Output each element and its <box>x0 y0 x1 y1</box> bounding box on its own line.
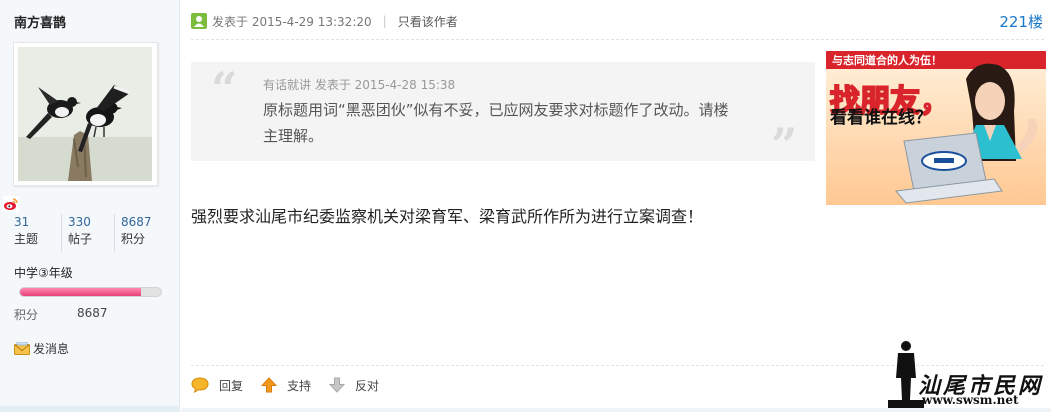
sidebar-divider <box>0 406 180 412</box>
watermark-url: www.swsm.net <box>922 393 1019 407</box>
stat-points[interactable]: 8687 积分 <box>114 214 167 252</box>
bottom-strip <box>181 408 1051 412</box>
stat-value[interactable]: 330 <box>68 214 114 231</box>
view-author-only-link[interactable]: 只看该作者 <box>398 13 458 30</box>
reply-icon <box>191 377 209 393</box>
user-stats: 31 主题 330 帖子 8687 积分 <box>8 214 168 252</box>
level-progress-bar <box>19 287 162 297</box>
avatar-frame[interactable] <box>13 42 158 186</box>
reply-button[interactable]: 回复 <box>191 377 243 394</box>
arrow-down-icon <box>329 377 346 393</box>
level-progress-fill <box>20 288 142 296</box>
quote-block: “ 有话就讲 发表于 2015-4-28 15:38 原标题用词“黑恶团伙”似有… <box>191 62 815 168</box>
arrow-up-icon <box>261 377 278 393</box>
close-quote-icon: ” <box>771 118 798 172</box>
quote-time: 发表于 2015-4-28 15:38 <box>314 78 456 92</box>
oppose-button[interactable]: 反对 <box>329 377 379 394</box>
user-level[interactable]: 中学③年级 <box>14 264 73 281</box>
stat-label: 帖子 <box>68 232 93 246</box>
post-content: 强烈要求汕尾市纪委监察机关对梁育军、梁育武所作所为进行立案调查！ <box>191 207 704 226</box>
user-sidebar: 南方喜鹊 31 主题 330 帖子 8687 积分 中学③年级 积分 8687 … <box>0 0 180 412</box>
stat-topics[interactable]: 31 主题 <box>8 214 61 252</box>
weibo-icon[interactable] <box>3 196 19 212</box>
stat-value[interactable]: 8687 <box>121 214 167 231</box>
ad-banner[interactable]: 与志同道合的人为伍！ 找朋友， 看看谁在线？ <box>826 51 1046 205</box>
post-time: 发表于 2015-4-29 13:32:20 <box>212 14 372 29</box>
stat-value[interactable]: 31 <box>14 214 61 231</box>
stat-label: 主题 <box>14 232 39 246</box>
header-separator: | <box>382 14 387 28</box>
oppose-label: 反对 <box>355 378 380 393</box>
points-row: 积分 8687 <box>14 306 108 323</box>
send-message-label: 发消息 <box>33 342 70 356</box>
site-watermark: 汕尾市民网 www.swsm.net <box>880 338 1051 408</box>
quote-meta: 有话就讲 发表于 2015-4-28 15:38 <box>263 76 455 93</box>
stat-posts[interactable]: 330 帖子 <box>61 214 114 252</box>
stat-label: 积分 <box>121 232 146 246</box>
ad-line1: 与志同道合的人为伍！ <box>832 53 942 67</box>
message-icon <box>14 341 30 355</box>
header-divider <box>191 39 1044 40</box>
support-label: 支持 <box>287 378 312 393</box>
post-actions: 回复 支持 反对 <box>191 375 397 395</box>
points-value: 8687 <box>77 306 108 320</box>
online-user-icon <box>191 13 207 29</box>
username[interactable]: 南方喜鹊 <box>14 12 66 31</box>
reply-label: 回复 <box>219 378 244 393</box>
quote-author[interactable]: 有话就讲 <box>263 78 311 92</box>
quote-text: 原标题用词“黑恶团伙”似有不妥，已应网友要求对标题作了改动。请楼主理解。 <box>263 101 729 145</box>
open-quote-icon: “ <box>211 62 238 116</box>
post-header: 发表于 2015-4-29 13:32:20 | 只看该作者 221楼 <box>191 11 1049 31</box>
support-button[interactable]: 支持 <box>261 377 311 394</box>
ad-line3: 看看谁在线？ <box>829 107 932 128</box>
floor-number-link[interactable]: 221楼 <box>999 11 1043 32</box>
points-label: 积分 <box>14 308 39 322</box>
send-message-button[interactable]: 发消息 <box>14 340 69 357</box>
ad-banner-image: 与志同道合的人为伍！ 找朋友， 看看谁在线？ <box>826 51 1046 205</box>
avatar[interactable] <box>18 47 152 181</box>
